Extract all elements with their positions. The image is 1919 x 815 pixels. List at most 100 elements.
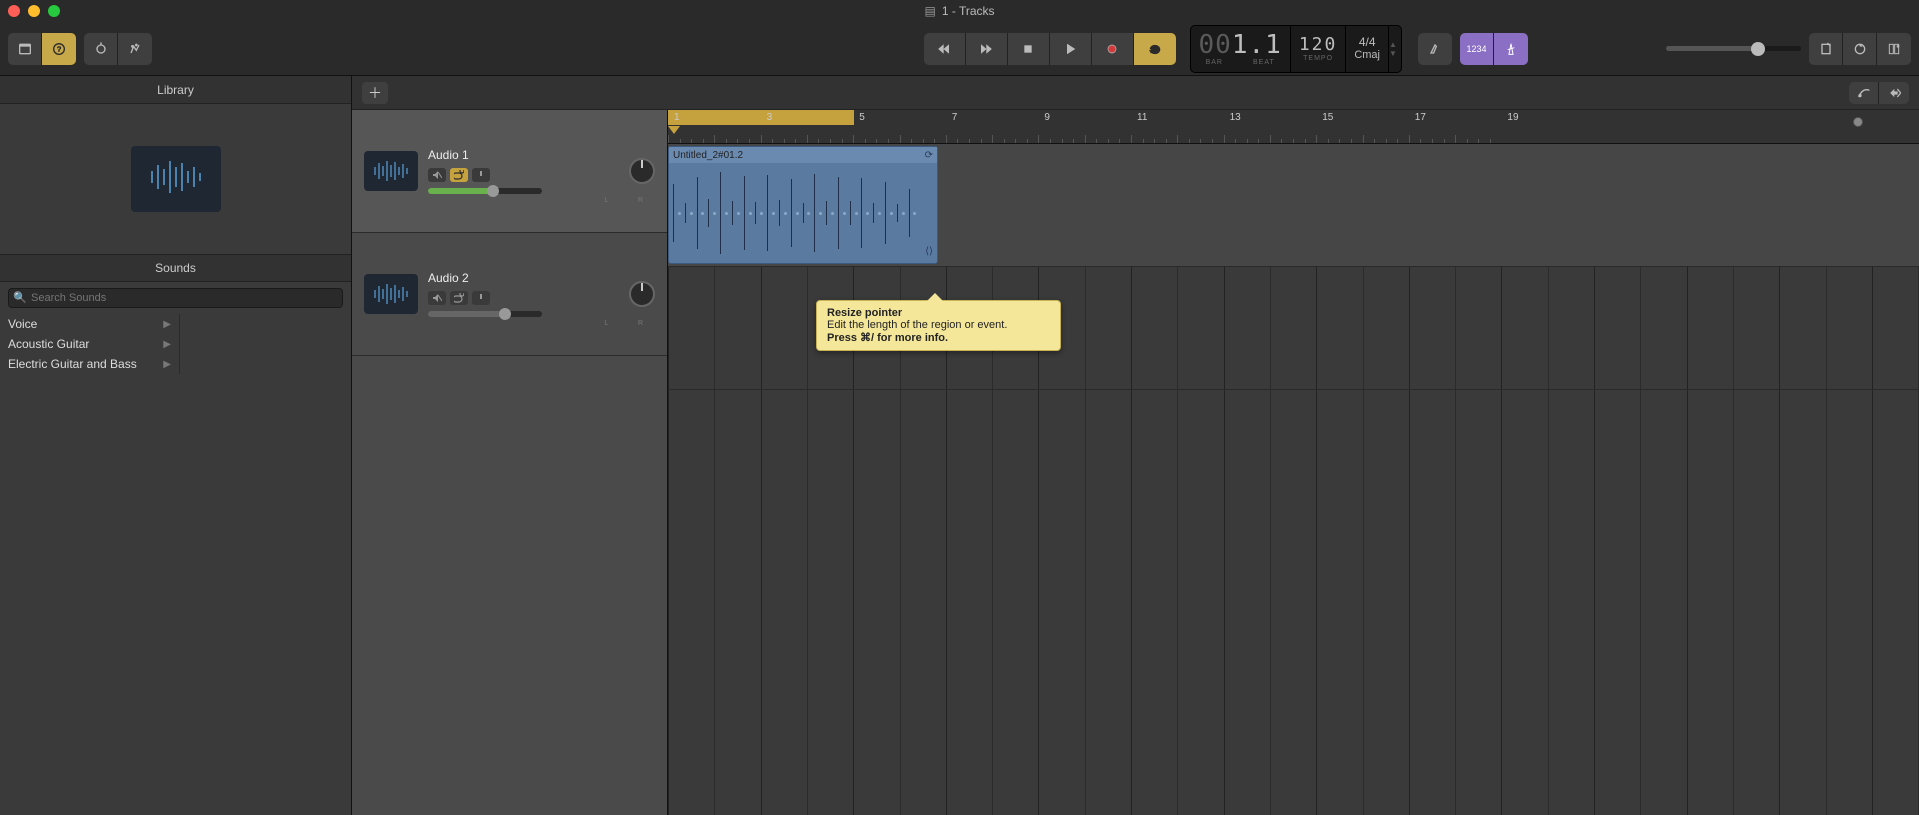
automation-curve-button[interactable] [1849, 82, 1879, 104]
solo-button[interactable] [450, 291, 468, 305]
add-track-button[interactable]: ＋ [362, 82, 388, 104]
tracks-body: Audio 1 L R Audio 2 [352, 110, 1919, 815]
track-name-label: Audio 1 [428, 148, 655, 162]
sound-list: Voice▶ Acoustic Guitar ▶ Electric Guitar an… [0, 314, 351, 815]
sound-category-label: Voice [8, 317, 37, 331]
play-button[interactable] [1050, 33, 1092, 65]
metronome-button[interactable] [1494, 33, 1528, 65]
search-input[interactable] [8, 288, 343, 308]
smart-controls-button[interactable] [84, 33, 118, 65]
bar-number: 19 [1507, 112, 1518, 123]
sound-category-item[interactable]: Voice▶ [0, 314, 179, 334]
master-volume-thumb[interactable] [1751, 42, 1765, 56]
transport-controls [924, 33, 1176, 65]
close-window-icon[interactable] [8, 5, 20, 17]
editors-button[interactable] [118, 33, 152, 65]
tracks-toolbar: ＋ [352, 76, 1919, 110]
svg-text:?: ? [57, 44, 61, 53]
track-volume-slider[interactable] [428, 188, 542, 194]
solo-button[interactable] [450, 168, 468, 182]
mute-button[interactable] [428, 168, 446, 182]
track-volume-thumb[interactable] [487, 185, 499, 197]
bar-number: 15 [1322, 112, 1333, 123]
library-header: Library [0, 76, 351, 104]
track-header-row[interactable]: Audio 1 L R [352, 110, 667, 233]
document-icon: ▤ [924, 4, 935, 18]
track-header-row[interactable]: Audio 2 L R [352, 233, 667, 356]
library-toggle-group: ? [8, 33, 76, 65]
lcd-tempo-label: TEMPO [1303, 55, 1333, 62]
lcd-timesig: 4/4 [1359, 36, 1376, 48]
catch-playhead-button[interactable] [1879, 82, 1909, 104]
search-row: 🔍 [0, 282, 351, 314]
zoom-thumb[interactable] [1853, 117, 1863, 127]
minimize-window-icon[interactable] [28, 5, 40, 17]
lcd-tempo-value: 120 [1299, 36, 1338, 54]
library-button[interactable] [8, 33, 42, 65]
input-monitor-button[interactable] [472, 291, 490, 305]
bar-number: 7 [952, 112, 958, 123]
main-area: Library Sounds [0, 76, 1919, 815]
master-volume-slider[interactable] [1666, 46, 1801, 51]
track-volume-slider[interactable] [428, 311, 542, 317]
track-type-icon [364, 274, 418, 314]
sound-category-label: Electric Guitar and Bass [8, 357, 137, 371]
window-title: ▤ 1 - Tracks [924, 4, 994, 18]
bar-number: 13 [1230, 112, 1241, 123]
track-headers: Audio 1 L R Audio 2 [352, 110, 668, 815]
track-volume-fill [428, 311, 502, 317]
cycle-button[interactable] [1134, 33, 1176, 65]
count-in-button[interactable]: 1234 [1460, 33, 1494, 65]
window-controls [8, 5, 60, 17]
tooltip: Resize pointer Edit the length of the re… [816, 300, 1061, 351]
pan-knob[interactable] [629, 158, 655, 184]
media-browser-button[interactable] [1877, 33, 1911, 65]
lcd-display: 00 1.1 BAR BEAT 120 TEMPO 4/4 Cmaj ▲ ▼ [1190, 25, 1402, 73]
pan-lr-label: L R [604, 320, 657, 327]
audio-region[interactable]: Untitled_2#01.2 ⟳ ⟨⟩ [668, 146, 938, 264]
chevron-right-icon: ▶ [163, 339, 171, 350]
sound-category-item[interactable]: Acoustic Guitar ▶ [0, 334, 179, 354]
loop-icon[interactable]: ⟳ [925, 150, 933, 161]
bar-number: 17 [1415, 112, 1426, 123]
notepad-button[interactable] [1809, 33, 1843, 65]
count-in-label: 1234 [1466, 44, 1486, 54]
forward-button[interactable] [966, 33, 1008, 65]
bar-number: 9 [1044, 112, 1050, 123]
input-monitor-button[interactable] [472, 168, 490, 182]
playhead-icon[interactable] [668, 126, 680, 134]
fade-handle-icon[interactable]: ⟨⟩ [925, 246, 933, 257]
pan-knob[interactable] [629, 281, 655, 307]
timeline-body[interactable]: Untitled_2#01.2 ⟳ ⟨⟩ [668, 144, 1919, 815]
region-title-bar[interactable]: Untitled_2#01.2 ⟳ [669, 147, 937, 163]
lcd-tempo-cell[interactable]: 120 TEMPO [1291, 26, 1347, 72]
rewind-button[interactable] [924, 33, 966, 65]
ruler[interactable]: 135791113151719 [668, 110, 1919, 144]
tooltip-title: Resize pointer [827, 307, 1050, 319]
horizontal-zoom-slider[interactable] [1853, 116, 1913, 128]
lcd-position-cell[interactable]: 00 1.1 BAR BEAT [1191, 26, 1291, 72]
lcd-beat-label: BEAT [1253, 59, 1275, 66]
pan-lr-label: L R [604, 197, 657, 204]
loop-browser-button[interactable] [1843, 33, 1877, 65]
bar-number: 5 [859, 112, 865, 123]
tracks-area: ＋ [352, 76, 1919, 815]
mute-button[interactable] [428, 291, 446, 305]
tuner-button[interactable] [1418, 33, 1452, 65]
sound-category-item[interactable]: Electric Guitar and Bass▶ [0, 354, 179, 374]
library-preview-icon [131, 146, 221, 212]
timeline: 135791113151719 Untitled_2#01.2 ⟳ ⟨⟩ Res… [668, 110, 1919, 815]
quick-help-button[interactable]: ? [42, 33, 76, 65]
track-volume-fill [428, 188, 491, 194]
chevron-up-icon: ▲ [1389, 40, 1401, 49]
right-toolbar-section: 1234 [1418, 33, 1801, 65]
stop-button[interactable] [1008, 33, 1050, 65]
maximize-window-icon[interactable] [48, 5, 60, 17]
chevron-down-icon: ▼ [1389, 49, 1401, 58]
sound-category-label: Acoustic Guitar [8, 337, 89, 351]
track-info: Audio 2 [428, 271, 655, 317]
record-button[interactable] [1092, 33, 1134, 65]
lcd-signature-cell[interactable]: 4/4 Cmaj [1346, 26, 1389, 72]
lcd-mode-stepper[interactable]: ▲ ▼ [1389, 26, 1401, 72]
track-volume-thumb[interactable] [499, 308, 511, 320]
